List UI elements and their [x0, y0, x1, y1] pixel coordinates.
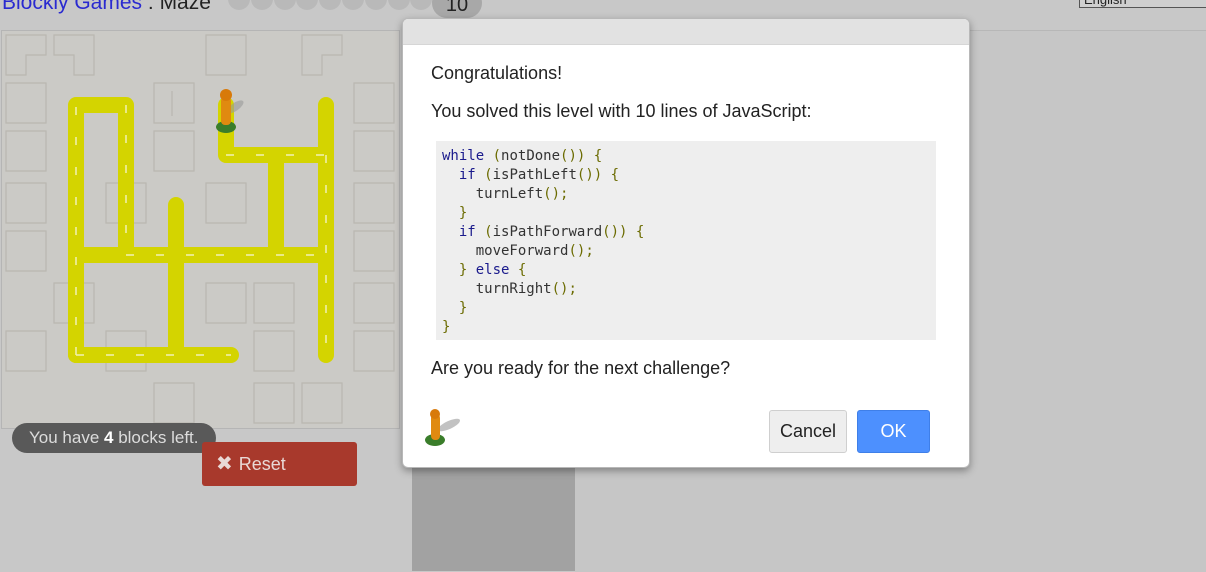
level-dot[interactable]	[387, 0, 410, 10]
congratulations-dialog: Congratulations! You solved this level w…	[402, 18, 970, 468]
pegman-icon	[425, 409, 461, 446]
level-dot[interactable]	[296, 0, 319, 10]
code-line: }	[442, 319, 451, 335]
code-line: }	[458, 205, 468, 221]
language-select[interactable]: English	[1079, 0, 1206, 8]
level-dot[interactable]	[250, 0, 273, 10]
maze-path	[68, 97, 334, 363]
close-x-icon: ✖	[216, 453, 233, 475]
reset-button[interactable]: ✖ Reset	[202, 442, 357, 486]
code-line: turnLeft();	[442, 186, 569, 202]
level-dot[interactable]	[228, 0, 250, 10]
toolbox-area[interactable]	[412, 458, 575, 571]
blockly-games-link[interactable]: Blockly Games	[2, 0, 142, 14]
code-block: while (notDone()) { if (isPathLeft()) { …	[436, 141, 936, 340]
congrats-heading: Congratulations!	[431, 63, 563, 83]
maze-path-markings	[75, 105, 327, 356]
ok-button[interactable]: OK	[857, 410, 930, 453]
blocks-left-prefix: You have	[29, 428, 104, 447]
level-dot[interactable]	[319, 0, 342, 10]
title-separator: :	[142, 0, 160, 14]
dialog-titlebar[interactable]	[403, 19, 969, 45]
blocks-left-badge: You have 4 blocks left.	[12, 423, 216, 453]
code-line: if (isPathForward()) {	[458, 224, 645, 240]
next-challenge-prompt: Are you ready for the next challenge?	[431, 358, 731, 378]
maze-walls	[5, 34, 395, 424]
level-dot[interactable]	[342, 0, 364, 10]
code-line: }	[458, 300, 468, 316]
maze-svg	[5, 34, 395, 424]
game-name: Maze	[159, 0, 211, 14]
reset-label: Reset	[238, 454, 286, 474]
level-dot[interactable]	[273, 0, 296, 10]
blocks-left-suffix: blocks left.	[113, 428, 199, 447]
code-line: turnRight();	[442, 281, 577, 297]
maze-board: You have 4 blocks left.	[1, 30, 400, 453]
cancel-button[interactable]: Cancel	[769, 410, 847, 453]
code-line: } else {	[458, 262, 527, 278]
current-level-badge[interactable]: 10	[432, 0, 482, 18]
code-line: moveForward();	[442, 243, 594, 259]
solved-message: You solved this level with 10 lines of J…	[431, 101, 812, 121]
code-line: if (isPathLeft()) {	[458, 167, 620, 183]
code-line: while (notDone()) {	[442, 148, 603, 164]
level-dot[interactable]	[410, 0, 433, 10]
level-dot[interactable]	[364, 0, 387, 10]
page-title: Blockly Games : Maze	[2, 0, 211, 15]
